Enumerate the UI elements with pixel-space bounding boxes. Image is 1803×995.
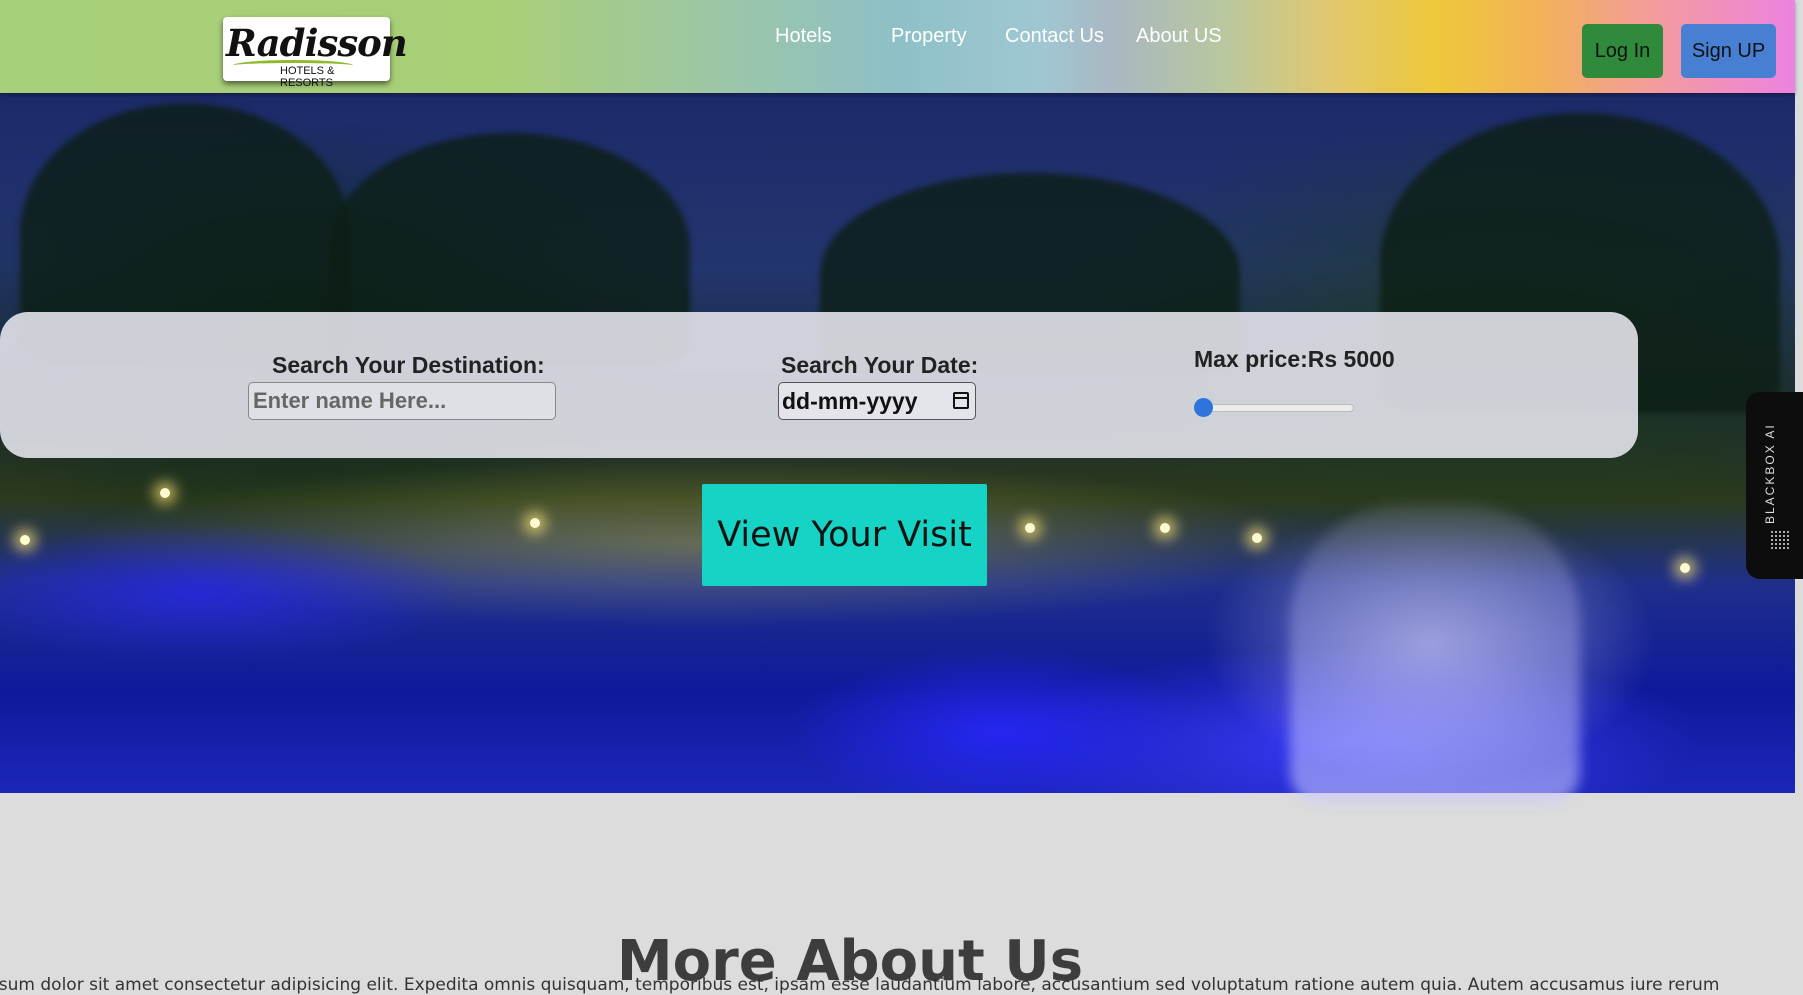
signup-button[interactable]: Sign UP [1681, 24, 1776, 78]
blackbox-ai-side-tab[interactable]: BLACKBOX AI [1746, 392, 1803, 579]
fountain [1290, 503, 1580, 803]
nav-link-property[interactable]: Property [891, 25, 967, 48]
date-input[interactable]: dd-mm-yyyy [778, 382, 976, 420]
garden-light [160, 488, 170, 498]
top-navbar: Radisson HOTELS & RESORTS Hotels Propert… [0, 0, 1795, 93]
login-button[interactable]: Log In [1582, 24, 1663, 78]
radisson-logo[interactable]: Radisson HOTELS & RESORTS [223, 17, 408, 89]
destination-input[interactable] [248, 382, 556, 420]
date-label: Search Your Date: [781, 352, 979, 378]
about-paragraph: psum dolor sit amet consectetur adipisic… [0, 975, 1720, 995]
nav-link-hotels[interactable]: Hotels [775, 25, 832, 48]
destination-label: Search Your Destination: [272, 352, 545, 378]
calendar-icon[interactable] [953, 392, 969, 409]
price-slider-thumb[interactable] [1194, 398, 1213, 417]
price-slider-track[interactable] [1196, 404, 1354, 412]
nav-link-contact-us[interactable]: Contact Us [1005, 25, 1104, 48]
garden-light [1160, 523, 1170, 533]
logo-script-text: Radisson [226, 21, 408, 65]
blackbox-ai-label: BLACKBOX AI [1763, 423, 1777, 524]
garden-light [1025, 523, 1035, 533]
garden-light [1680, 563, 1690, 573]
logo-subtext: HOTELS & RESORTS [280, 65, 335, 89]
nav-link-about-us[interactable]: About US [1136, 25, 1222, 48]
view-your-visit-button[interactable]: View Your Visit [702, 484, 987, 586]
blackbox-grid-icon [1770, 530, 1790, 550]
garden-light [1252, 533, 1262, 543]
search-panel: Search Your Destination: Search Your Dat… [0, 312, 1638, 458]
garden-light [20, 535, 30, 545]
garden-light [530, 518, 540, 528]
date-placeholder: dd-mm-yyyy [782, 388, 918, 414]
max-price-label: Max price:Rs 5000 [1194, 346, 1395, 372]
